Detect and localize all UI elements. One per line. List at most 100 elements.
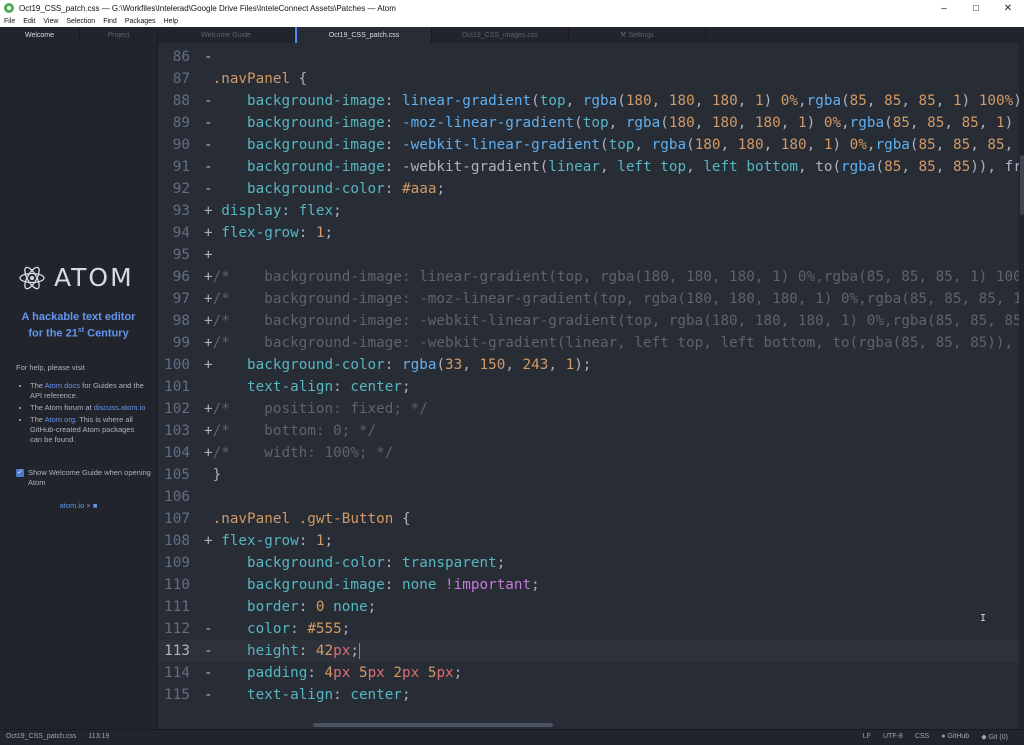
line-number: 93 (172, 203, 190, 219)
code-line[interactable]: 103 +/* bottom: 0; */ (158, 420, 1019, 442)
status-encoding[interactable]: UTF-8 (883, 733, 903, 741)
code-line[interactable]: 100 + background-color: rgba(33, 150, 243… (158, 354, 1019, 376)
line-number: 98 (172, 313, 190, 329)
code-line[interactable]: 95 + (158, 244, 1019, 266)
line-number: 89 (172, 115, 190, 131)
code-text: - height: 42px; (204, 643, 360, 659)
code-text: - padding: 4px 5px 2px 5px; (204, 665, 463, 681)
title-bar: Oct19_CSS_patch.css — G:\Workfiles\Intel… (0, 0, 1024, 17)
menu-view[interactable]: View (39, 18, 62, 25)
menu-file[interactable]: File (0, 18, 19, 25)
code-line[interactable]: 112 - color: #555; (158, 618, 1019, 640)
line-number: 88 (172, 93, 190, 109)
code-editor[interactable]: 86-87 .navPanel {88- background-image: l… (158, 43, 1024, 729)
code-line[interactable]: 89 - background-image: -moz-linear-gradie… (158, 112, 1024, 134)
atom-docs-link[interactable]: Atom docs (45, 381, 80, 390)
menu-edit[interactable]: Edit (19, 18, 39, 25)
atom-logo-icon (19, 266, 45, 289)
vertical-scrollbar[interactable] (1019, 43, 1024, 729)
code-line[interactable]: 98 +/* background-image: -webkit-linear-g… (158, 310, 1024, 332)
help-list: The Atom docs for Guides and the API ref… (16, 381, 146, 445)
atom-org-link[interactable]: Atom org (45, 415, 75, 424)
line-number: 100 (164, 357, 190, 373)
code-line[interactable]: 107 .navPanel .gwt-Button { (158, 508, 1019, 530)
status-cursor-position[interactable]: 113:19 (88, 733, 109, 740)
menu-selection[interactable]: Selection (62, 18, 99, 25)
atom-forum-link[interactable]: discuss.atom.io (94, 403, 146, 412)
horizontal-scrollbar-thumb[interactable] (313, 723, 553, 727)
code-text: - background-image: -webkit-gradient(lin… (204, 159, 1024, 175)
code-text: + (204, 247, 213, 263)
vertical-scrollbar-thumb[interactable] (1020, 155, 1024, 215)
code-line[interactable]: 113 - height: 42px; (158, 640, 1019, 662)
code-line[interactable]: 110 background-image: none !important; (158, 574, 1019, 596)
help-intro: For help, please visit (16, 363, 85, 372)
code-line[interactable]: 115 - text-align: center; (158, 684, 1019, 706)
code-text: + flex-grow: 1; (204, 533, 334, 549)
code-line[interactable]: 114 - padding: 4px 5px 2px 5px; (158, 662, 1019, 684)
code-line[interactable]: 88 - background-image: linear-gradient(to… (158, 90, 1024, 112)
code-line[interactable]: 99 +/* background-image: -webkit-gradient… (158, 332, 1024, 354)
status-grammar[interactable]: CSS (915, 733, 929, 741)
code-line[interactable]: 105 } (158, 464, 1019, 486)
tab-bar: Welcome Project Welcome Guide Oct19_CSS_… (0, 27, 1024, 44)
code-text: - background-image: -webkit-linear-gradi… (204, 137, 1024, 153)
code-line[interactable]: 91 - background-image: -webkit-gradient(l… (158, 156, 1024, 178)
show-guide-label: Show Welcome Guide when opening Atom (28, 468, 151, 487)
atom-io-link[interactable]: atom.io (60, 501, 85, 510)
wrench-icon: ⚒ (620, 32, 627, 39)
code-line[interactable]: 92 - background-color: #aaa; (158, 178, 1019, 200)
tab-css-patch[interactable]: Oct19_CSS_patch.css (295, 27, 432, 43)
code-text: +/* width: 100%; */ (204, 445, 394, 461)
code-text: - (204, 49, 213, 65)
tagline-pre: for the 21 (28, 327, 78, 340)
atom-logo-text: ATOM (54, 263, 134, 292)
code-line[interactable]: 109 background-color: transparent; (158, 552, 1019, 574)
tab-project[interactable]: Project (80, 27, 158, 43)
line-number: 97 (172, 291, 190, 307)
tab-welcome[interactable]: Welcome (0, 27, 80, 43)
maximize-icon[interactable]: □ (960, 0, 992, 16)
octocat-icon[interactable]: ■ (93, 501, 98, 510)
minimize-icon[interactable]: – (928, 0, 960, 16)
code-line[interactable]: 97 +/* background-image: -moz-linear-grad… (158, 288, 1024, 310)
tab-settings[interactable]: ⚒ Settings (569, 27, 706, 43)
code-line[interactable]: 86- (158, 46, 1019, 68)
tab-welcome-guide[interactable]: Welcome Guide (158, 27, 295, 43)
tab-css-images[interactable]: Oct19_CSS_images.css (432, 27, 569, 43)
code-line[interactable]: 94 + flex-grow: 1; (158, 222, 1019, 244)
code-line[interactable]: 93 + display: flex; (158, 200, 1019, 222)
code-line[interactable]: 104 +/* width: 100%; */ (158, 442, 1019, 464)
line-number: 109 (164, 555, 190, 571)
code-line[interactable]: 101 text-align: center; (158, 376, 1019, 398)
code-text: - background-image: -moz-linear-gradient… (204, 115, 1024, 131)
code-text: .navPanel .gwt-Button { (204, 511, 411, 527)
code-text: + background-color: rgba(33, 150, 243, 1… (204, 357, 592, 373)
status-github[interactable]: ● GitHub (941, 733, 969, 741)
code-line[interactable]: 108 + flex-grow: 1; (158, 530, 1019, 552)
text-caret (358, 643, 360, 659)
status-file[interactable]: Oct19_CSS_patch.css (6, 733, 76, 740)
line-number: 111 (164, 599, 190, 615)
code-line[interactable]: 90 - background-image: -webkit-linear-gra… (158, 134, 1024, 156)
status-git[interactable]: ◆ Git (0) (981, 733, 1008, 741)
menu-packages[interactable]: Packages (121, 18, 160, 25)
code-line[interactable]: 111 border: 0 none; (158, 596, 1019, 618)
code-line[interactable]: 87 .navPanel { (158, 68, 1019, 90)
code-line[interactable]: 96 +/* background-image: linear-gradient(… (158, 266, 1024, 288)
code-line[interactable]: 102 +/* position: fixed; */ (158, 398, 1019, 420)
close-icon[interactable]: ✕ (992, 0, 1024, 16)
line-number: 87 (172, 71, 190, 87)
menu-help[interactable]: Help (160, 18, 182, 25)
code-text: .navPanel { (204, 71, 308, 87)
code-line[interactable]: 106 (158, 486, 1019, 508)
menu-find[interactable]: Find (99, 18, 121, 25)
help-item-org: The Atom org. This is where all GitHub-c… (30, 415, 146, 445)
line-number: 92 (172, 181, 190, 197)
show-guide-checkbox[interactable]: ✓ (16, 469, 24, 477)
atom-logo: ATOM (18, 263, 134, 292)
status-line-ending[interactable]: LF (863, 733, 871, 741)
show-guide-option: ✓ Show Welcome Guide when opening Atom (16, 468, 151, 488)
line-number: 99 (172, 335, 190, 351)
code-text: +/* background-image: -moz-linear-gradie… (204, 291, 1024, 307)
